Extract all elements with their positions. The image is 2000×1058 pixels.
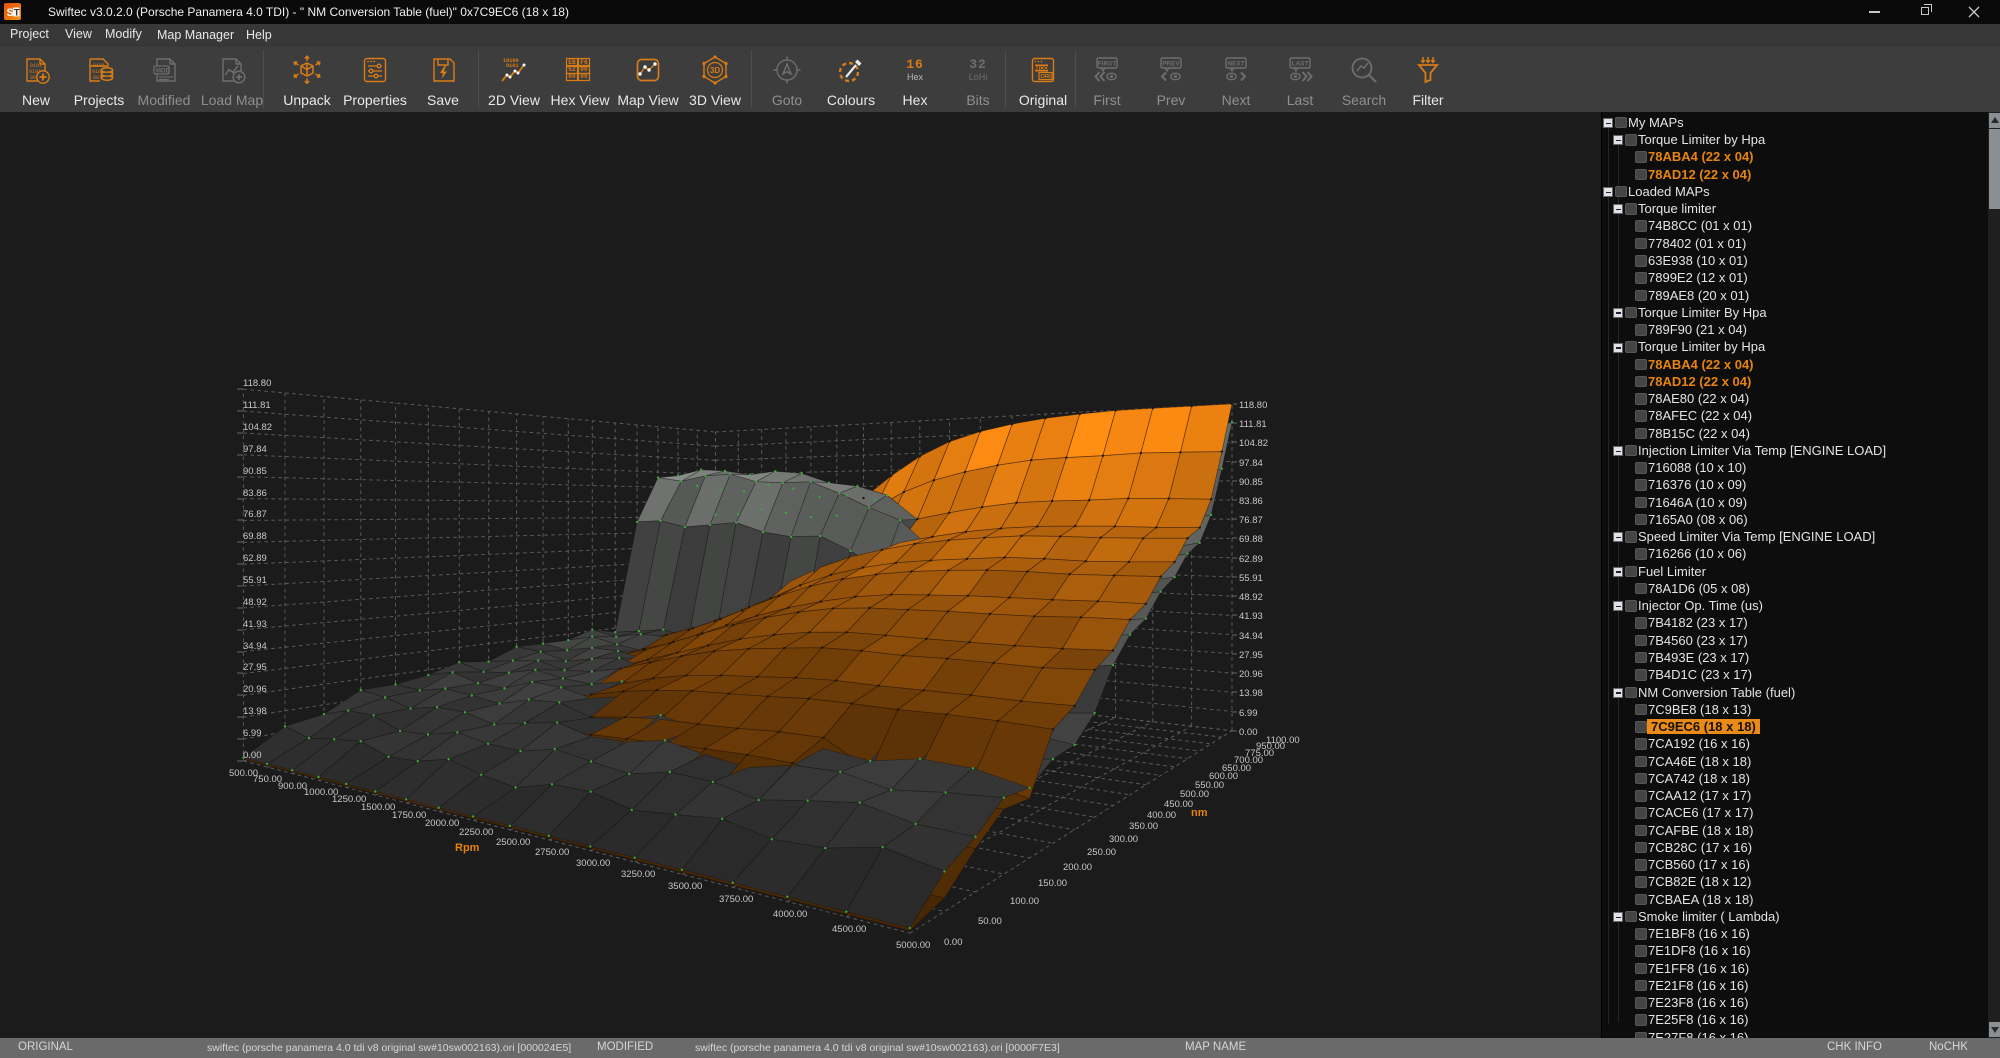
svg-text:48.92: 48.92 <box>1239 592 1263 603</box>
svg-text:350.00: 350.00 <box>1129 821 1158 832</box>
svg-text:0101: 0101 <box>506 63 518 69</box>
svg-text:FIRST: FIRST <box>1098 61 1117 68</box>
svg-text:16: 16 <box>906 57 924 72</box>
svg-text:69.88: 69.88 <box>243 531 267 542</box>
svg-text:4000.00: 4000.00 <box>773 909 807 920</box>
svg-text:13.98: 13.98 <box>243 706 267 717</box>
svg-text:32: 32 <box>969 57 987 72</box>
svg-text:41.93: 41.93 <box>243 619 267 630</box>
svg-text:104.82: 104.82 <box>1239 438 1268 449</box>
svg-text:T: T <box>14 8 20 19</box>
svg-text:55.91: 55.91 <box>1239 573 1263 584</box>
svg-text:00: 00 <box>580 66 588 73</box>
svg-text:2250.00: 2250.00 <box>459 827 493 838</box>
svg-text:ORI: ORI <box>1040 74 1051 80</box>
svg-text:00: 00 <box>580 73 588 80</box>
svg-text:200.00: 200.00 <box>1063 862 1092 873</box>
svg-text:3500.00: 3500.00 <box>668 881 702 892</box>
svg-text:20.96: 20.96 <box>1239 669 1263 680</box>
svg-text:52: 52 <box>568 66 576 73</box>
svg-text:6.99: 6.99 <box>243 728 262 739</box>
svg-text:1750.00: 1750.00 <box>392 810 426 821</box>
svg-text:83.86: 83.86 <box>243 488 267 499</box>
svg-text:EB: EB <box>568 59 576 66</box>
svg-text:150.00: 150.00 <box>1038 878 1067 889</box>
svg-text:111.81: 111.81 <box>1239 419 1267 430</box>
svg-text:400.00: 400.00 <box>1147 810 1176 821</box>
svg-text:100.00: 100.00 <box>1010 896 1039 907</box>
svg-text:34.94: 34.94 <box>243 641 267 652</box>
svg-text:90.85: 90.85 <box>243 466 267 477</box>
svg-text:NEXT: NEXT <box>1227 61 1244 68</box>
svg-text:LoHi: LoHi <box>969 72 988 82</box>
svg-text:2750.00: 2750.00 <box>535 847 569 858</box>
svg-text:3250.00: 3250.00 <box>621 869 655 880</box>
svg-text:62.89: 62.89 <box>1239 554 1263 565</box>
svg-text:48.92: 48.92 <box>243 597 267 608</box>
svg-text:0.00: 0.00 <box>944 937 963 948</box>
svg-text:27.95: 27.95 <box>1239 650 1263 661</box>
svg-text:1500.00: 1500.00 <box>361 802 395 813</box>
svg-text:0.00: 0.00 <box>1239 727 1258 738</box>
svg-text:S: S <box>7 7 14 19</box>
svg-text:PREV: PREV <box>1162 61 1180 68</box>
svg-text:250.00: 250.00 <box>1087 847 1116 858</box>
svg-text:2500.00: 2500.00 <box>496 837 530 848</box>
svg-text:55.91: 55.91 <box>243 575 267 586</box>
svg-text:Hex: Hex <box>907 72 924 82</box>
svg-text:76.87: 76.87 <box>243 509 267 520</box>
svg-text:F6: F6 <box>580 59 588 66</box>
svg-text:111.81: 111.81 <box>243 400 271 411</box>
svg-text:3750.00: 3750.00 <box>719 894 753 905</box>
svg-text:900.00: 900.00 <box>278 781 307 792</box>
svg-text:27.95: 27.95 <box>243 662 267 673</box>
svg-text:MOD: MOD <box>1035 66 1049 72</box>
svg-text:118.80: 118.80 <box>1239 400 1267 411</box>
svg-text:0.00: 0.00 <box>243 750 262 761</box>
svg-text:80: 80 <box>568 73 576 80</box>
svg-text:34.94: 34.94 <box>1239 631 1263 642</box>
svg-text:3000.00: 3000.00 <box>576 858 610 869</box>
svg-text:nm: nm <box>1191 807 1208 819</box>
svg-text:LAST: LAST <box>1292 61 1309 68</box>
svg-text:2000.00: 2000.00 <box>425 818 459 829</box>
svg-text:20.96: 20.96 <box>243 684 267 695</box>
svg-text:1100.00: 1100.00 <box>1266 735 1300 746</box>
svg-text:41.93: 41.93 <box>1239 611 1263 622</box>
svg-text:Rpm: Rpm <box>455 842 480 854</box>
svg-text:MOD: MOD <box>156 69 171 75</box>
svg-text:001: 001 <box>93 75 102 81</box>
svg-text:50.00: 50.00 <box>978 916 1002 927</box>
svg-text:104.82: 104.82 <box>243 422 272 433</box>
svg-text:13.98: 13.98 <box>1239 688 1263 699</box>
svg-text:83.86: 83.86 <box>1239 496 1263 507</box>
svg-text:3D: 3D <box>710 66 720 75</box>
svg-text:97.84: 97.84 <box>243 444 267 455</box>
svg-text:76.87: 76.87 <box>1239 515 1263 526</box>
svg-text:450.00: 450.00 <box>1164 799 1193 810</box>
svg-text:6.99: 6.99 <box>1239 708 1258 719</box>
svg-text:62.89: 62.89 <box>243 553 267 564</box>
svg-text:4500.00: 4500.00 <box>832 924 866 935</box>
svg-text:90.85: 90.85 <box>1239 477 1263 488</box>
svg-text:5000.00: 5000.00 <box>896 940 930 951</box>
svg-text:118.80: 118.80 <box>243 378 271 389</box>
svg-text:97.84: 97.84 <box>1239 458 1263 469</box>
svg-text:300.00: 300.00 <box>1109 834 1138 845</box>
svg-text:69.88: 69.88 <box>1239 534 1263 545</box>
